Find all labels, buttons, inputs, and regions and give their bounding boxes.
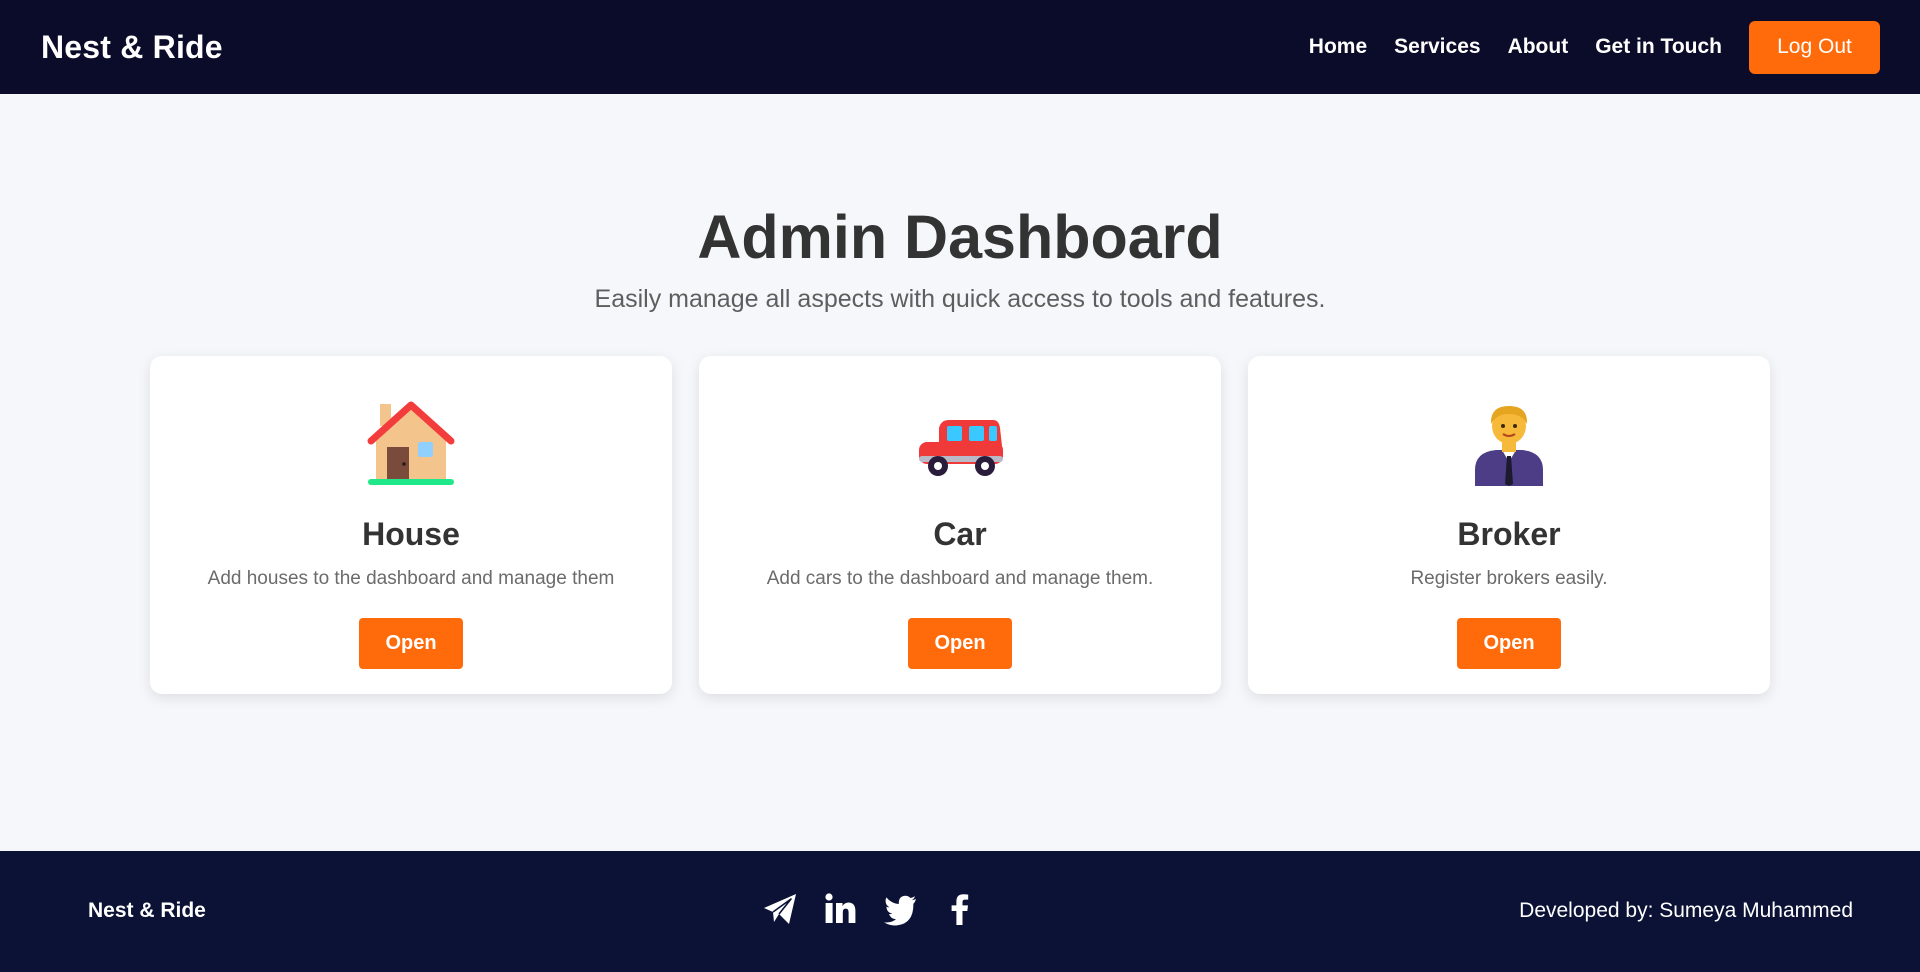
logout-button[interactable]: Log Out <box>1749 20 1880 74</box>
broker-card: Broker Register brokers easily. Open <box>1248 356 1770 694</box>
nav-home-link[interactable]: Home <box>1309 35 1367 59</box>
top-navbar: Nest & Ride Home Services About Get in T… <box>0 0 1920 94</box>
car-icon <box>699 400 1221 486</box>
card-description: Add houses to the dashboard and manage t… <box>207 568 615 589</box>
house-icon <box>150 400 672 486</box>
dashboard-main: Admin Dashboard Easily manage all aspect… <box>0 94 1920 851</box>
facebook-icon[interactable] <box>942 891 978 927</box>
house-card: House Add houses to the dashboard and ma… <box>150 356 672 694</box>
card-title: Car <box>933 516 987 552</box>
linkedin-icon[interactable] <box>822 891 858 927</box>
nav-services-link[interactable]: Services <box>1394 35 1480 59</box>
telegram-icon[interactable] <box>762 891 798 927</box>
card-title: Broker <box>1457 516 1561 552</box>
nav-contact-link[interactable]: Get in Touch <box>1595 35 1722 59</box>
site-footer: Nest & Ride Developed by: Sumeya Muhamme… <box>0 851 1920 972</box>
nav-about-link[interactable]: About <box>1508 35 1569 59</box>
broker-icon <box>1248 400 1770 486</box>
social-links <box>762 891 978 927</box>
main-nav: Home Services About Get in Touch Log Out <box>1309 20 1880 74</box>
twitter-icon[interactable] <box>882 891 918 927</box>
open-broker-button[interactable]: Open <box>1457 618 1561 669</box>
page-title: Admin Dashboard <box>697 203 1223 271</box>
card-title: House <box>362 516 460 552</box>
brand-logo[interactable]: Nest & Ride <box>41 29 223 66</box>
open-car-button[interactable]: Open <box>908 618 1012 669</box>
developer-credit: Developed by: Sumeya Muhammed <box>1519 899 1853 922</box>
open-house-button[interactable]: Open <box>359 618 463 669</box>
car-card: Car Add cars to the dashboard and manage… <box>699 356 1221 694</box>
page-subtitle: Easily manage all aspects with quick acc… <box>594 285 1326 313</box>
card-description: Add cars to the dashboard and manage the… <box>766 568 1154 589</box>
card-description: Register brokers easily. <box>1410 568 1608 589</box>
footer-brand: Nest & Ride <box>88 899 206 922</box>
